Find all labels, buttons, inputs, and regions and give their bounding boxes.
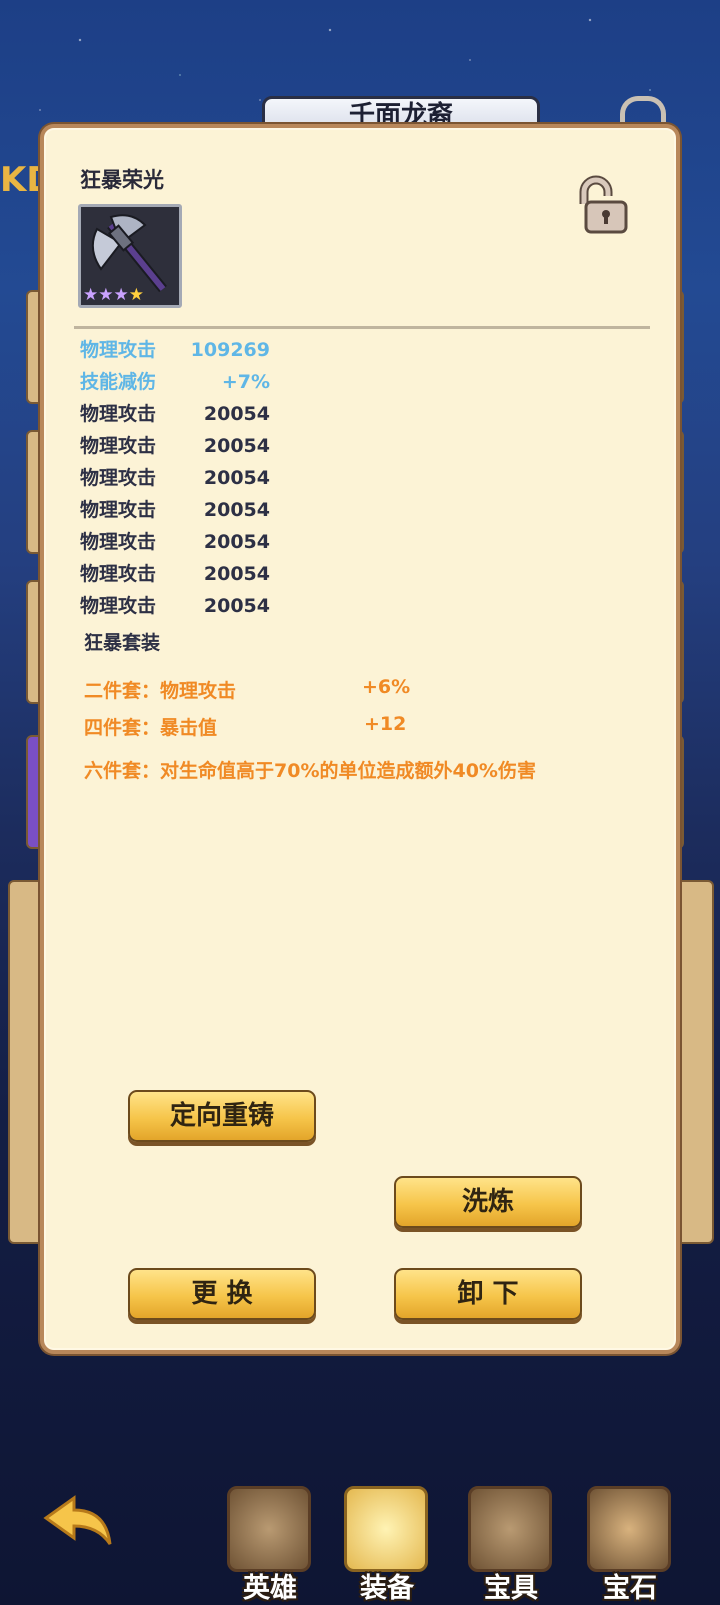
set-bonus-label: 四件套：暴击值 — [84, 717, 218, 739]
nav-tab-treasure[interactable]: 宝具 — [466, 1460, 556, 1605]
unequip-button[interactable]: 卸 下 — [394, 1268, 582, 1320]
nav-tab-label: 英雄 — [243, 1573, 297, 1604]
replace-button[interactable]: 更 换 — [128, 1268, 316, 1320]
refine-button[interactable]: 洗炼 — [394, 1176, 582, 1228]
set-bonus-value: +12 — [364, 713, 407, 735]
nav-tab-label: 装备 — [360, 1573, 414, 1604]
set-bonus-value: +6% — [362, 676, 411, 698]
reforge-button[interactable]: 定向重铸 — [128, 1090, 316, 1142]
nav-tab-label: 宝石 — [603, 1573, 657, 1604]
star-icon: ★ — [113, 285, 129, 305]
set-title: 狂暴套装 — [84, 632, 161, 654]
helmet-icon — [227, 1486, 311, 1572]
bottom-navigation: 英雄 装备 宝具 宝石 — [0, 1460, 720, 1605]
side-scroll-right — [676, 880, 714, 1244]
stat-value: 20054 — [203, 499, 270, 521]
item-name: 狂暴荣光 — [80, 168, 164, 192]
nav-tab-gem[interactable]: 宝石 — [585, 1460, 675, 1605]
nav-tab-hero[interactable]: 英雄 — [225, 1460, 315, 1605]
item-star-rating: ★ ★ ★ ★ — [83, 286, 144, 304]
stat-value: 20054 — [203, 403, 270, 425]
equipment-detail-dialog: 狂暴荣光 ★ ★ ★ ★ 物理攻击 109269 技能减伤 +7% 物理攻击 2… — [40, 124, 680, 1354]
set-bonus-six-piece: 六件套：对生命值高于70%的单位造成额外40%伤害 — [84, 760, 536, 782]
item-icon-frame[interactable]: ★ ★ ★ ★ — [78, 204, 182, 308]
stat-value: 109269 — [190, 339, 270, 361]
sword-shield-icon — [344, 1486, 428, 1572]
stat-value: 20054 — [203, 595, 270, 617]
stat-value: 20054 — [203, 467, 270, 489]
divider — [74, 326, 650, 329]
stat-value: 20054 — [203, 435, 270, 457]
nav-tab-equipment[interactable]: 装备 — [342, 1460, 432, 1605]
star-icon: ★ — [83, 285, 99, 305]
stat-value: 20054 — [203, 531, 270, 553]
stat-value: 20054 — [203, 563, 270, 585]
star-icon: ★ — [128, 285, 144, 305]
crystal-icon — [587, 1486, 671, 1572]
set-bonus-label: 二件套：物理攻击 — [84, 680, 237, 702]
nav-tab-label: 宝具 — [484, 1573, 538, 1604]
back-arrow-icon[interactable] — [40, 1490, 116, 1554]
set-bonus-four-piece: 四件套：暴击值 +12 — [84, 713, 406, 740]
unlocked-padlock-icon[interactable] — [572, 174, 632, 236]
crossed-swords-icon — [468, 1486, 552, 1572]
star-icon: ★ — [98, 285, 114, 305]
set-bonus-two-piece: 二件套：物理攻击 +6% — [84, 676, 410, 703]
stat-value: +7% — [221, 371, 270, 393]
